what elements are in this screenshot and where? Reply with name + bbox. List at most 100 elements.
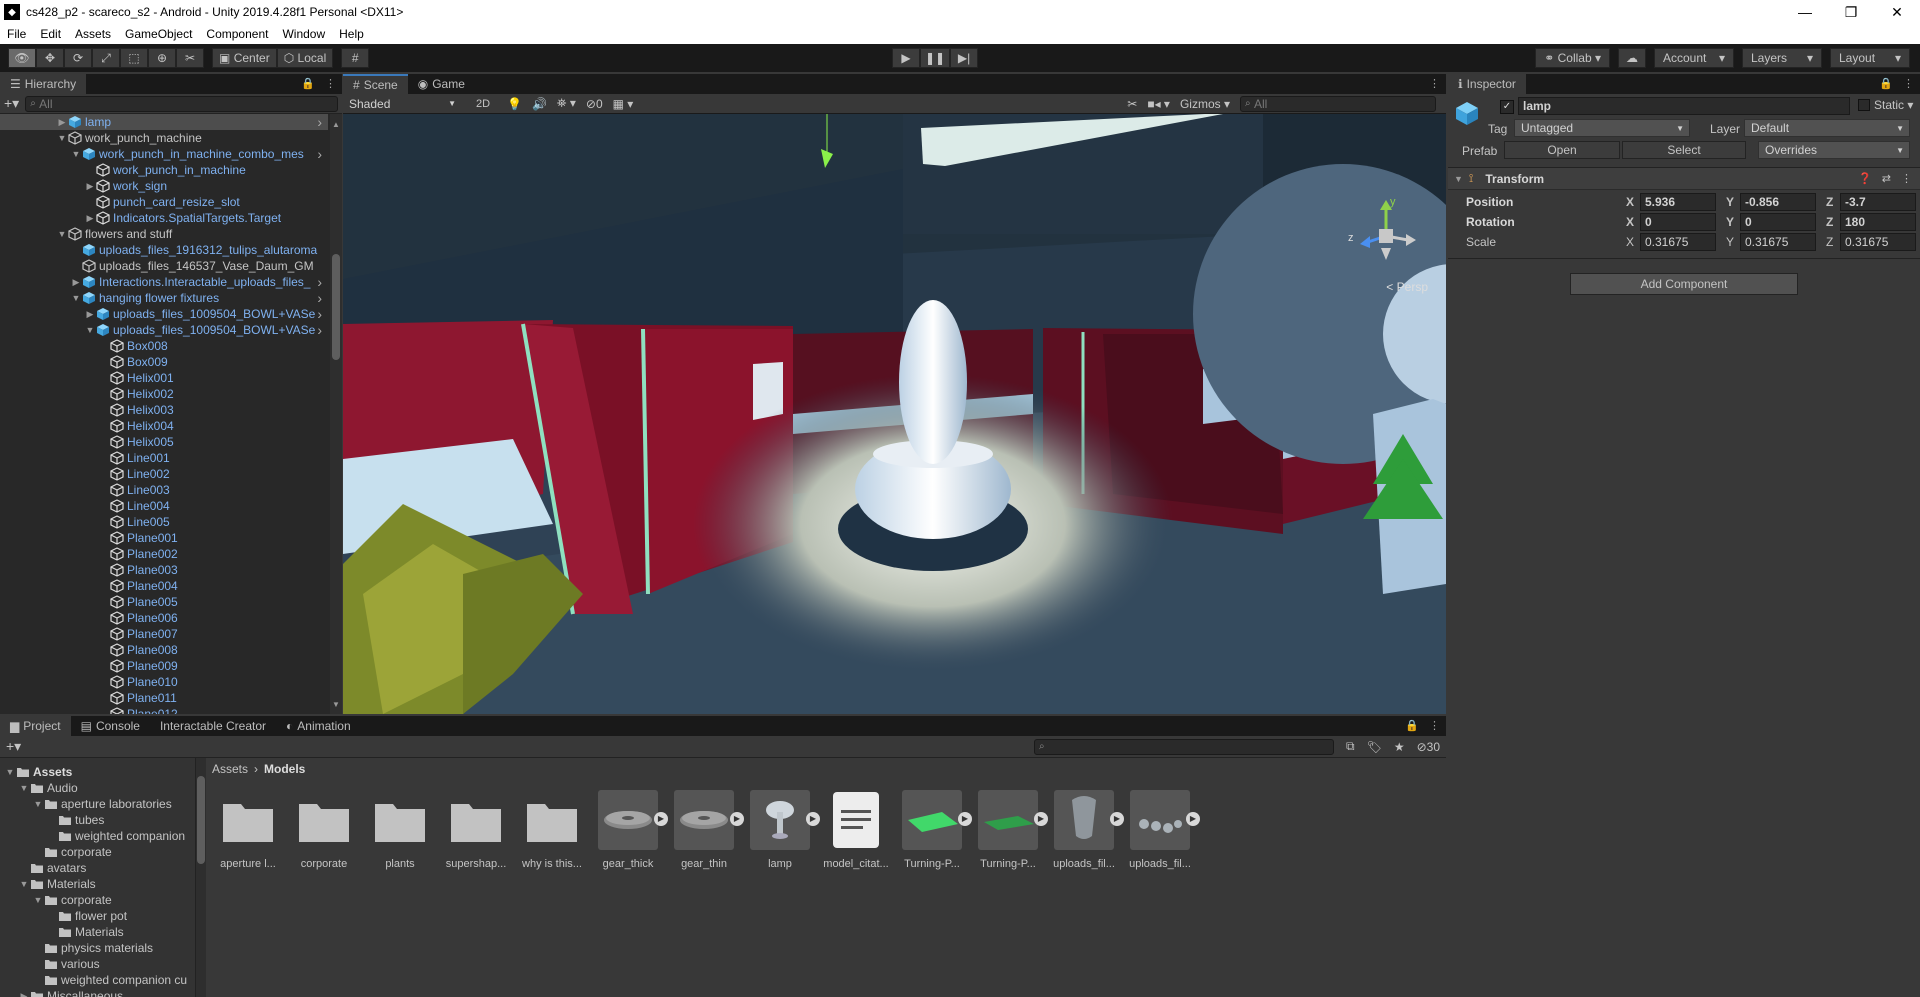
expand-asset-icon[interactable]: ▶ bbox=[730, 812, 744, 826]
hierarchy-row[interactable]: Helix003 bbox=[0, 402, 328, 418]
lock-icon[interactable]: 🔒 bbox=[1405, 719, 1419, 732]
asset-item[interactable]: ▶ gear_thin bbox=[668, 788, 744, 870]
help-icon[interactable]: ❓ bbox=[1858, 172, 1872, 185]
camera-icon[interactable]: ■◂ ▾ bbox=[1147, 97, 1170, 111]
pivot-local-button[interactable]: ⬡ Local bbox=[276, 48, 334, 68]
hierarchy-row[interactable]: Plane012 bbox=[0, 706, 328, 714]
project-folder-row[interactable]: ▼ Audio bbox=[0, 780, 195, 796]
scale-tool-button[interactable]: ⤢ bbox=[92, 48, 120, 68]
breadcrumb-assets[interactable]: Assets bbox=[212, 762, 248, 776]
asset-item[interactable]: why is this... bbox=[516, 788, 588, 870]
hierarchy-row[interactable]: Plane003 bbox=[0, 562, 328, 578]
chevron-right-icon[interactable]: ▶ bbox=[84, 213, 96, 224]
scroll-thumb[interactable] bbox=[197, 776, 205, 864]
static-dropdown[interactable]: Static ▾ bbox=[1874, 98, 1913, 112]
scene-viewport[interactable] bbox=[343, 114, 1446, 714]
lock-icon[interactable]: 🔒 bbox=[301, 77, 315, 90]
add-object-button[interactable]: +▾ bbox=[4, 95, 19, 112]
tab-inspector[interactable]: ℹ Inspector bbox=[1448, 74, 1526, 94]
hierarchy-row[interactable]: Plane010 bbox=[0, 674, 328, 690]
hierarchy-row[interactable]: Plane001 bbox=[0, 530, 328, 546]
hierarchy-row[interactable]: Line005 bbox=[0, 514, 328, 530]
rotation-x-field[interactable]: 0 bbox=[1640, 213, 1716, 231]
project-folder-row[interactable]: avatars bbox=[0, 860, 195, 876]
menu-file[interactable]: File bbox=[0, 27, 33, 41]
kebab-menu-icon[interactable]: ⋮ bbox=[325, 77, 336, 90]
chevron-right-icon[interactable]: ▶ bbox=[84, 309, 96, 320]
hierarchy-row[interactable]: Helix002 bbox=[0, 386, 328, 402]
project-folder-row[interactable]: various bbox=[0, 956, 195, 972]
custom-tool-button[interactable]: ✂ bbox=[176, 48, 204, 68]
rect-tool-button[interactable]: ⬚ bbox=[120, 48, 148, 68]
project-folder-row[interactable]: corporate bbox=[0, 844, 195, 860]
hierarchy-row[interactable]: ▼ uploads_files_1009504_BOWL+VASe › bbox=[0, 322, 328, 338]
transform-tool-button[interactable]: ⊕ bbox=[148, 48, 176, 68]
hierarchy-row[interactable]: ▶ Interactions.Interactable_uploads_files… bbox=[0, 274, 328, 290]
hierarchy-row[interactable]: ▶ lamp › bbox=[0, 114, 328, 130]
orientation-gizmo[interactable]: y z bbox=[1346, 196, 1426, 276]
kebab-menu-icon[interactable]: ⋮ bbox=[1429, 77, 1440, 90]
asset-item[interactable]: supershap... bbox=[440, 788, 512, 870]
position-z-field[interactable]: -3.7 bbox=[1840, 193, 1916, 211]
tab-animation[interactable]: ◐ Animation bbox=[276, 716, 361, 736]
hierarchy-row[interactable]: ▼ flowers and stuff bbox=[0, 226, 328, 242]
hierarchy-row[interactable]: work_punch_in_machine bbox=[0, 162, 328, 178]
menu-window[interactable]: Window bbox=[275, 27, 332, 41]
kebab-menu-icon[interactable]: ⋮ bbox=[1901, 172, 1912, 185]
hierarchy-row[interactable]: Plane006 bbox=[0, 610, 328, 626]
scroll-thumb[interactable] bbox=[332, 254, 340, 360]
shading-mode-dropdown[interactable]: Shaded bbox=[343, 94, 461, 113]
project-folder-row[interactable]: tubes bbox=[0, 812, 195, 828]
asset-item[interactable]: plants bbox=[364, 788, 436, 870]
hierarchy-row[interactable]: uploads_files_1916312_tulips_alutaroma bbox=[0, 242, 328, 258]
expand-asset-icon[interactable]: ▶ bbox=[958, 812, 972, 826]
hidden-objects-toggle[interactable]: ⊘0 bbox=[586, 97, 603, 111]
project-folder-row[interactable]: ▼ aperture laboratories bbox=[0, 796, 195, 812]
asset-item[interactable]: ▶ Turning-P... bbox=[896, 788, 972, 870]
project-folder-row[interactable]: ▼ Materials bbox=[0, 876, 195, 892]
pause-button[interactable]: ❚❚ bbox=[920, 48, 951, 68]
scene-search-input[interactable]: ⌕ All bbox=[1240, 95, 1436, 112]
kebab-menu-icon[interactable]: ⋮ bbox=[1903, 77, 1914, 90]
kebab-menu-icon[interactable]: ⋮ bbox=[1429, 719, 1440, 732]
menu-help[interactable]: Help bbox=[332, 27, 371, 41]
view-tool-button[interactable]: 👁 bbox=[8, 48, 36, 68]
project-folder-row[interactable]: ▼ corporate bbox=[0, 892, 195, 908]
chevron-down-icon[interactable]: ▼ bbox=[18, 783, 30, 793]
prefab-overrides-dropdown[interactable]: Overrides bbox=[1758, 141, 1910, 159]
restore-icon[interactable]: ❐ bbox=[1828, 0, 1874, 24]
open-prefab-chevron-icon[interactable]: › bbox=[317, 146, 322, 162]
project-folder-row[interactable]: weighted companion bbox=[0, 828, 195, 844]
collab-button[interactable]: ⚭ Collab ▾ bbox=[1535, 48, 1610, 68]
hierarchy-row[interactable]: ▶ uploads_files_1009504_BOWL+VASe › bbox=[0, 306, 328, 322]
filter-label-icon[interactable]: 🏷 bbox=[1367, 740, 1382, 754]
project-folder-row[interactable]: weighted companion cu bbox=[0, 972, 195, 988]
open-prefab-chevron-icon[interactable]: › bbox=[317, 274, 322, 290]
rotate-tool-button[interactable]: ⟳ bbox=[64, 48, 92, 68]
expand-asset-icon[interactable]: ▶ bbox=[1034, 812, 1048, 826]
hierarchy-row[interactable]: Helix001 bbox=[0, 370, 328, 386]
expand-asset-icon[interactable]: ▶ bbox=[806, 812, 820, 826]
asset-item[interactable]: ▶ lamp bbox=[744, 788, 820, 870]
menu-edit[interactable]: Edit bbox=[33, 27, 68, 41]
tab-project[interactable]: ▆ Project bbox=[0, 716, 71, 736]
transform-header[interactable]: ▼ ⟟ Transform ❓ ⇄ ⋮ bbox=[1448, 168, 1920, 190]
active-checkbox[interactable]: ✓ bbox=[1500, 100, 1514, 114]
minimize-icon[interactable]: — bbox=[1782, 0, 1828, 24]
asset-item[interactable]: aperture l... bbox=[212, 788, 284, 870]
grid-snap-button[interactable]: # bbox=[341, 48, 370, 68]
expand-asset-icon[interactable]: ▶ bbox=[654, 812, 668, 826]
project-tree-scrollbar[interactable] bbox=[196, 758, 206, 997]
scale-x-field[interactable]: 0.31675 bbox=[1640, 233, 1716, 251]
hierarchy-row[interactable]: Plane009 bbox=[0, 658, 328, 674]
hierarchy-row[interactable]: Line002 bbox=[0, 466, 328, 482]
tab-console[interactable]: ▤ Console bbox=[70, 716, 150, 736]
asset-item[interactable]: corporate bbox=[288, 788, 360, 870]
menu-assets[interactable]: Assets bbox=[68, 27, 118, 41]
cloud-button[interactable]: ☁ bbox=[1618, 48, 1646, 68]
layout-dropdown[interactable]: Layout ▾ bbox=[1830, 48, 1910, 68]
2d-toggle-button[interactable]: 2D bbox=[469, 94, 497, 113]
hierarchy-row[interactable]: uploads_files_146537_Vase_Daum_GM bbox=[0, 258, 328, 274]
hierarchy-row[interactable]: ▼ work_punch_in_machine_combo_mes › bbox=[0, 146, 328, 162]
effects-icon[interactable]: ⛯ ▾ bbox=[557, 96, 576, 111]
